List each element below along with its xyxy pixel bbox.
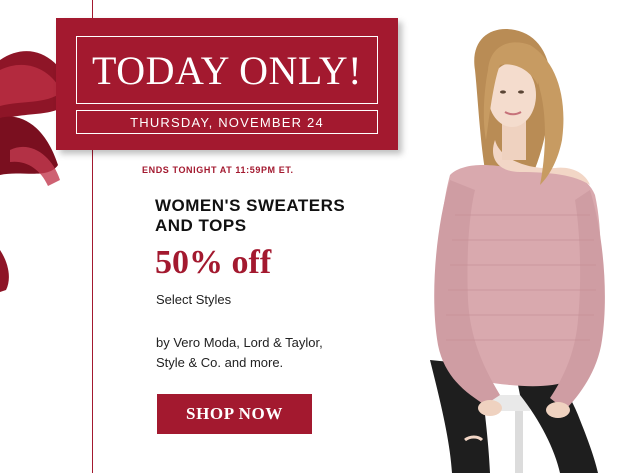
brands-line-2: Style & Co. and more.: [156, 355, 284, 370]
banner-title: TODAY ONLY!: [91, 47, 362, 93]
banner-title-frame: TODAY ONLY!: [76, 36, 378, 104]
shop-now-label: SHOP NOW: [186, 404, 283, 423]
ends-tonight-note: ENDS TONIGHT AT 11:59PM ET.: [142, 165, 294, 175]
email-banner: TODAY ONLY! THURSDAY, NOVEMBER 24 ENDS T…: [0, 0, 622, 473]
brands-text: by Vero Moda, Lord & Taylor, Style & Co.…: [156, 333, 323, 373]
model-image: [430, 29, 605, 473]
shop-now-button[interactable]: SHOP NOW: [157, 394, 312, 434]
banner-date-frame: THURSDAY, NOVEMBER 24: [76, 110, 378, 134]
offer-headline-line-2: AND TOPS: [155, 216, 247, 235]
promo-banner: TODAY ONLY! THURSDAY, NOVEMBER 24: [56, 18, 398, 150]
discount-text: 50% off: [155, 244, 272, 281]
offer-headline: WOMEN'S SWEATERS AND TOPS: [155, 196, 395, 236]
banner-date: THURSDAY, NOVEMBER 24: [130, 114, 324, 130]
select-styles-text: Select Styles: [156, 292, 232, 307]
brands-line-1: by Vero Moda, Lord & Taylor,: [156, 335, 323, 350]
offer-headline-line-1: WOMEN'S SWEATERS: [155, 196, 346, 215]
